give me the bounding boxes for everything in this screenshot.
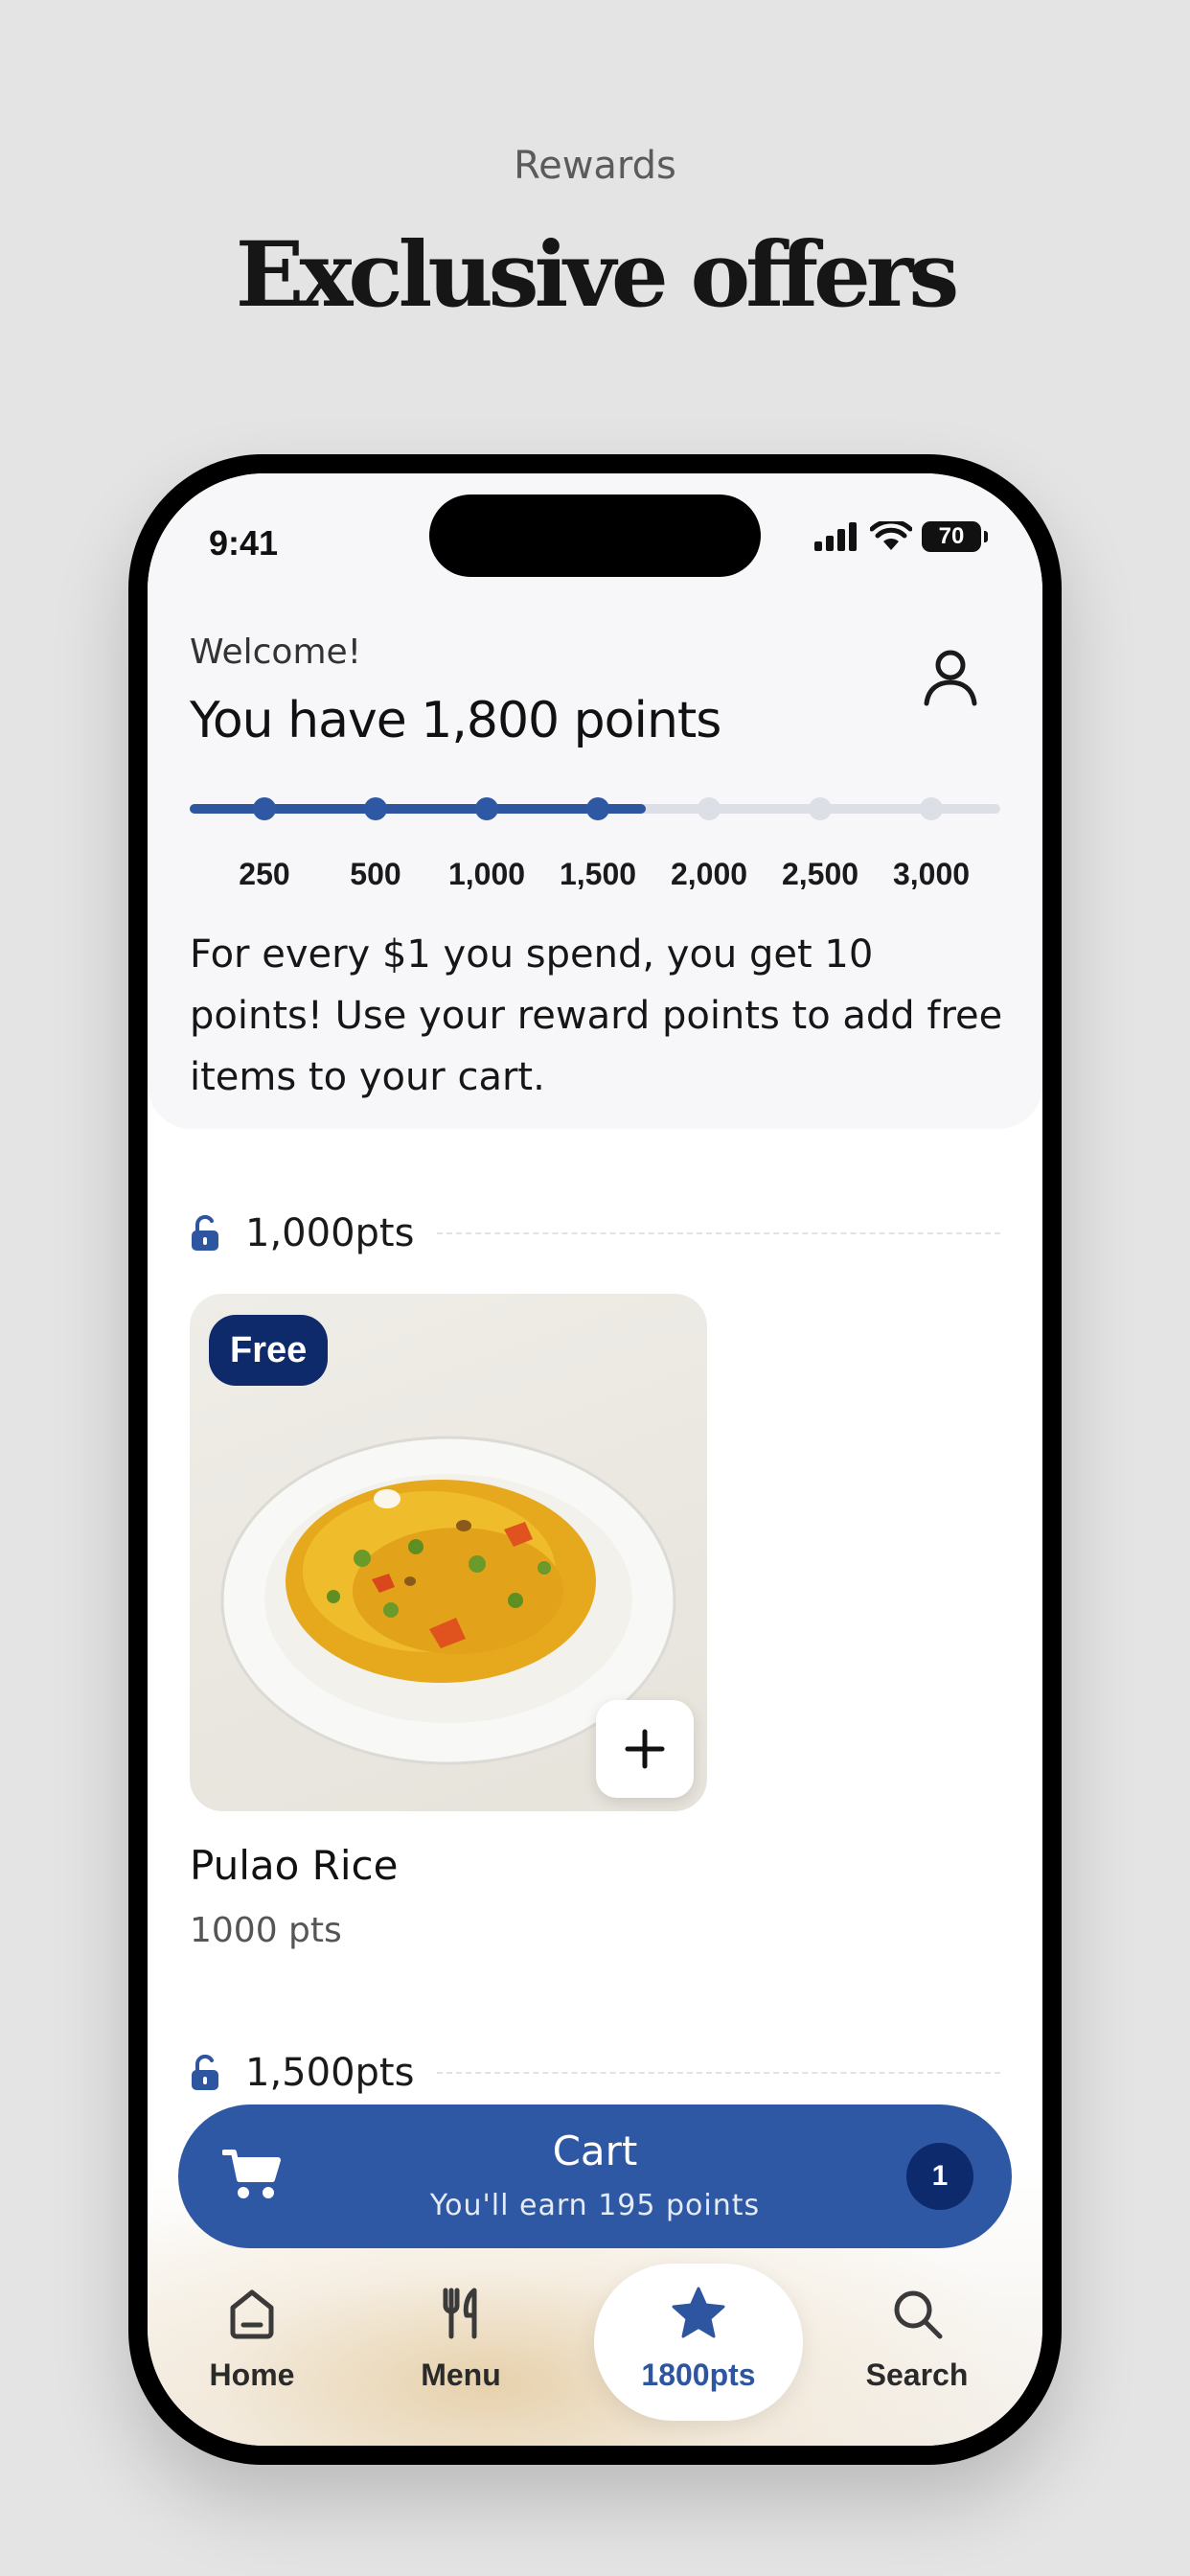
battery-icon: 70 (922, 521, 988, 552)
cart-earn-text: You'll earn 195 points (429, 2189, 761, 2222)
nav-menu[interactable]: Menu (356, 2264, 565, 2421)
fork-knife-icon (443, 2288, 477, 2339)
welcome-text: Welcome! (190, 632, 362, 672)
item-card-image[interactable]: Free (190, 1294, 707, 1811)
milestone-label: 2,000 (670, 857, 748, 891)
profile-icon[interactable] (922, 646, 979, 707)
milestone-dot (475, 797, 498, 820)
milestone-label: 250 (239, 857, 290, 891)
tier-label: 1,500pts (245, 2051, 415, 2095)
phone-frame: 9:41 70 Welcome! You have 1,800 points 2… (128, 454, 1062, 2465)
milestone-label: 2,500 (781, 857, 859, 891)
nav-label-search: Search (865, 2358, 969, 2392)
page-title: Exclusive offers (235, 222, 960, 328)
item-name[interactable]: Pulao Rice (190, 1842, 398, 1889)
status-time: 9:41 (209, 523, 279, 563)
bottom-nav: Home Menu 1800pts Search (148, 2264, 1042, 2436)
nav-label-home: Home (209, 2358, 295, 2392)
milestone-dot (253, 797, 276, 820)
rewards-panel: 9:41 70 Welcome! You have 1,800 points 2… (148, 473, 1042, 1129)
home-icon (230, 2289, 274, 2339)
cart-count-badge: 1 (906, 2143, 973, 2210)
signal-icon (814, 522, 857, 551)
cart-button[interactable]: Cart You'll earn 195 points 1 (178, 2104, 1012, 2248)
tier-label: 1,000pts (245, 1211, 415, 1255)
milestone-label: 1,500 (559, 857, 637, 891)
unlock-icon (192, 1215, 218, 1251)
unlock-icon (192, 2055, 218, 2090)
points-title: You have 1,800 points (190, 692, 721, 749)
nav-rewards[interactable]: 1800pts (594, 2264, 803, 2421)
tier-divider (437, 1232, 1000, 1234)
nav-label-rewards: 1800pts (641, 2358, 756, 2392)
nav-search[interactable]: Search (812, 2264, 1021, 2421)
free-badge: Free (209, 1315, 329, 1386)
battery-level: 70 (938, 523, 965, 549)
tier-header: 1,500pts (190, 2051, 1000, 2095)
wifi-icon (870, 521, 912, 550)
milestone-dot (586, 797, 609, 820)
phone-screen: 9:41 70 Welcome! You have 1,800 points 2… (148, 473, 1042, 2446)
milestone-dot (809, 797, 832, 820)
search-icon (894, 2290, 943, 2339)
milestone-dot (698, 797, 721, 820)
tier-divider (437, 2072, 1000, 2074)
status-icons: 70 (814, 521, 988, 552)
rewards-info-text: For every $1 you spend, you get 10 point… (190, 932, 1003, 1099)
milestone-label: 500 (350, 857, 401, 891)
star-icon (672, 2287, 725, 2338)
plus-icon (625, 1729, 665, 1769)
milestone-label: 3,000 (892, 857, 971, 891)
add-to-cart-button[interactable] (596, 1700, 694, 1798)
milestone-dot (364, 797, 387, 820)
page-eyebrow: Rewards (514, 144, 676, 188)
nav-home[interactable]: Home (148, 2264, 356, 2421)
dynamic-island (429, 494, 761, 577)
milestone-label: 1,000 (447, 857, 526, 891)
cart-title: Cart (552, 2128, 638, 2174)
milestone-dot (920, 797, 943, 820)
item-points: 1000 pts (190, 1911, 342, 1950)
tier-header: 1,000pts (190, 1211, 1000, 1255)
nav-label-menu: Menu (421, 2358, 501, 2392)
